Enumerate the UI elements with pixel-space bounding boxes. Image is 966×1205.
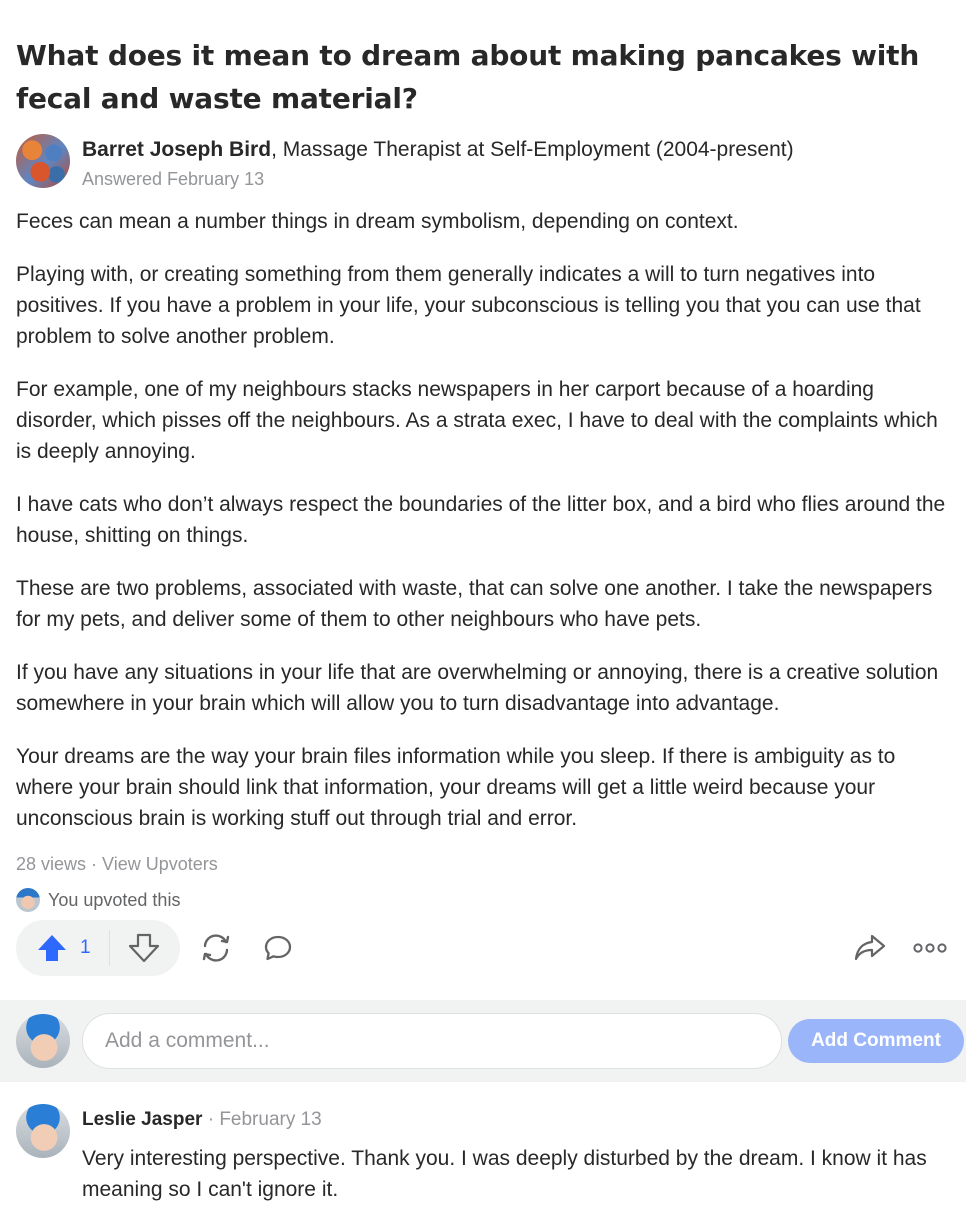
upvote-count[interactable]: 1 [80,937,91,959]
reshare-icon[interactable] [196,928,236,968]
more-dots-icon[interactable] [910,928,950,968]
view-upvoters-link[interactable]: View Upvoters [102,854,218,874]
stats-separator: · [86,854,103,874]
action-bar: 1 [16,920,950,976]
answer-paragraph: These are two problems, associated with … [16,577,933,631]
arrow-up-icon[interactable] [36,933,68,963]
comment-composer: Add Comment [0,1000,966,1082]
vote-divider [108,930,110,966]
author-line: Barret Joseph Bird, Massage Therapist at… [82,135,794,165]
comment-bubble-icon[interactable] [258,928,298,968]
share-arrow-icon[interactable] [850,928,890,968]
comment-text: Very interesting perspective. Thank you.… [82,1147,927,1201]
upvoted-notice: You upvoted this [16,888,950,912]
comment-author-avatar[interactable] [16,1104,70,1158]
answer-stats: 28 views · View Upvoters [16,850,950,878]
arrow-down-icon[interactable] [128,933,160,963]
right-actions [850,928,950,968]
user-mini-avatar [16,888,40,912]
view-count: 28 views [16,854,87,874]
answer-paragraph: Playing with, or creating something from… [16,263,921,348]
answered-date[interactable]: Answered February 13 [82,165,794,193]
answer-card: What does it mean to dream about making … [0,0,966,976]
author-header: Barret Joseph Bird, Massage Therapist at… [16,134,950,193]
comment-date[interactable]: February 13 [219,1109,321,1130]
author-name[interactable]: Barret Joseph Bird [82,138,271,161]
author-info: Barret Joseph Bird, Massage Therapist at… [82,134,794,193]
author-avatar[interactable] [16,134,70,188]
add-comment-button[interactable]: Add Comment [788,1019,964,1063]
answer-paragraph: I have cats who don’t always respect the… [16,493,946,547]
answer-paragraph: If you have any situations in your life … [16,661,939,715]
comment-body: Leslie Jasper · February 13 Very interes… [82,1104,950,1205]
comment-item: Leslie Jasper · February 13 Very interes… [16,1104,950,1205]
current-user-avatar [16,1014,70,1068]
answer-body: Feces can mean a number things in dream … [16,206,950,834]
question-title[interactable]: What does it mean to dream about making … [16,0,950,120]
answer-paragraph: For example, one of my neighbours stacks… [16,378,938,463]
author-credential: , Massage Therapist at Self-Employment (… [271,138,794,161]
answer-paragraph: Feces can mean a number things in dream … [16,210,739,233]
comment-meta: Leslie Jasper · February 13 [82,1105,950,1135]
upvoted-text: You upvoted this [48,889,181,910]
comment-author[interactable]: Leslie Jasper [82,1109,202,1130]
answer-paragraph: Your dreams are the way your brain files… [16,745,896,830]
comment-separator: · [202,1109,220,1130]
vote-pill: 1 [16,920,180,976]
comment-input[interactable] [82,1013,782,1069]
